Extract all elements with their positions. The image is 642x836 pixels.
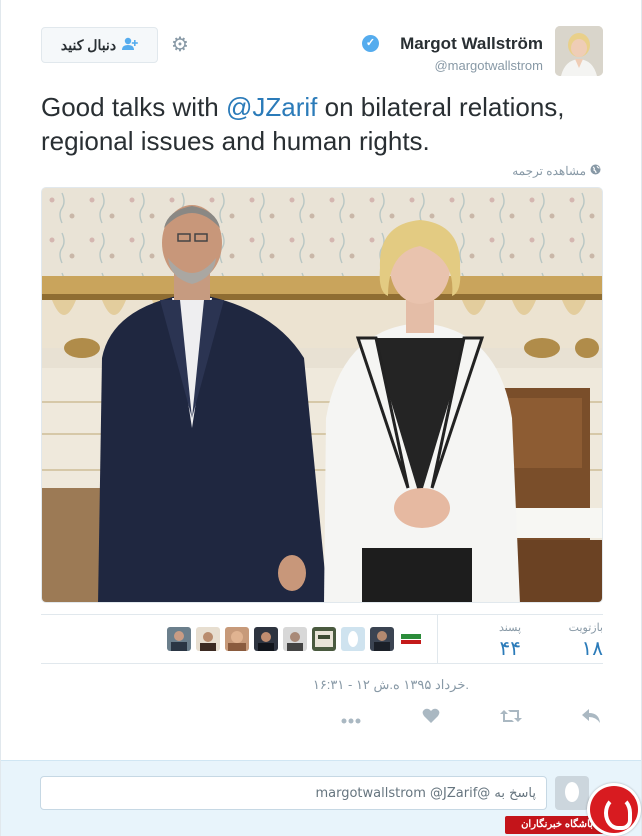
follow-button[interactable]: دنبال کنید — [41, 27, 158, 63]
tweet-photo[interactable] — [41, 187, 603, 603]
more-icon[interactable] — [339, 707, 363, 729]
retweets-count: ۱۸ — [581, 638, 603, 660]
translate-link[interactable]: مشاهده ترجمه — [512, 164, 601, 178]
globe-icon — [590, 164, 601, 178]
heart-icon[interactable] — [419, 707, 443, 729]
retweets-stat[interactable]: بازتویت ۱۸ — [563, 621, 603, 661]
liker-avatar[interactable] — [312, 627, 336, 651]
liker-avatars — [167, 627, 423, 651]
reply-icon[interactable] — [579, 707, 603, 729]
translate-label: مشاهده ترجمه — [512, 164, 586, 178]
liker-avatar[interactable] — [254, 627, 278, 651]
author-display-name[interactable]: Margot Wallström — [400, 34, 543, 54]
reply-input[interactable] — [40, 776, 547, 810]
tweet-actions — [331, 707, 603, 729]
add-user-icon — [122, 37, 138, 54]
tweet-card: ✓ Margot Wallström @margotwallstrom دنبا… — [0, 0, 642, 836]
gear-icon[interactable]: ⚙ — [169, 34, 191, 56]
liker-avatar[interactable] — [196, 627, 220, 651]
stats-divider — [437, 615, 438, 663]
mention-link[interactable]: @JZarif — [226, 92, 317, 122]
author-handle[interactable]: @margotwallstrom — [434, 58, 543, 73]
liker-avatar[interactable] — [225, 627, 249, 651]
follow-button-label: دنبال کنید — [60, 36, 117, 53]
liker-avatar[interactable] — [167, 627, 191, 651]
tweet-timestamp[interactable]: ۱۶:۳۱ - ۱۲ خرداد ۱۳۹۵ ه.ش. — [313, 677, 469, 693]
tweet-text-start: Good talks with — [41, 92, 226, 122]
likes-stat[interactable]: پسند ۴۴ — [481, 621, 521, 661]
retweets-label: بازتویت — [568, 622, 603, 634]
tweet-stats: بازتویت ۱۸ پسند ۴۴ — [41, 614, 603, 664]
likes-label: پسند — [499, 622, 521, 634]
watermark: باشگاه خبرنگاران — [505, 783, 642, 836]
author-avatar[interactable] — [555, 26, 603, 76]
liker-avatar[interactable] — [370, 627, 394, 651]
liker-avatar[interactable] — [341, 627, 365, 651]
watermark-logo-icon — [587, 783, 641, 836]
liker-avatar[interactable] — [283, 627, 307, 651]
liker-avatar[interactable] — [399, 627, 423, 651]
likes-count: ۴۴ — [499, 638, 521, 660]
retweet-icon[interactable] — [499, 707, 523, 729]
tweet-text: Good talks with @JZarif on bilateral rel… — [41, 90, 611, 158]
verified-badge-icon: ✓ — [362, 35, 379, 52]
